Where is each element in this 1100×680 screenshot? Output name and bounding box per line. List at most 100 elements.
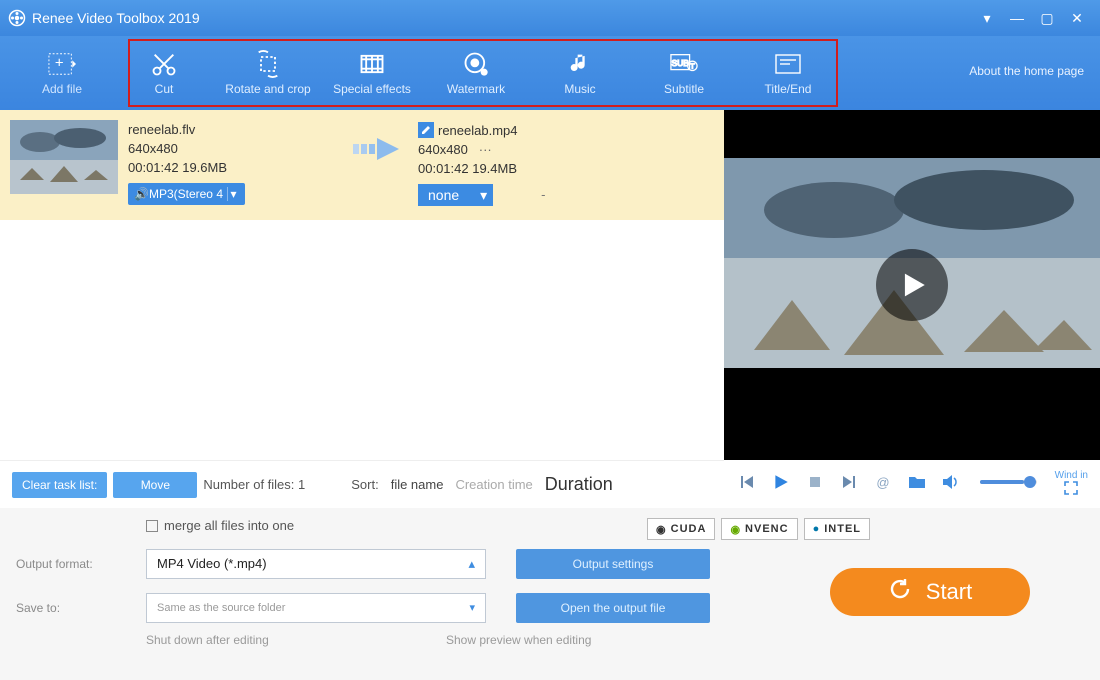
dest-folder-combo[interactable]: Same as the source folder ▾ [146, 593, 486, 623]
sort-creation-time[interactable]: Creation time [455, 477, 532, 492]
subtitle-icon: SUBT [670, 50, 698, 78]
svg-text:SUB: SUB [672, 58, 690, 68]
maximize-button[interactable]: ▢ [1032, 6, 1062, 30]
chevron-down-icon: ▾ [227, 187, 239, 201]
task-row[interactable]: reneelab.flv 640x480 00:01:42 19.6MB 🔊 M… [0, 110, 724, 220]
chevron-up-icon: ▴ [468, 556, 475, 572]
svg-text:T: T [690, 62, 695, 71]
subtitle-chip[interactable]: none [418, 184, 493, 206]
audio-chip-label: MP3(Stereo 4 [149, 187, 223, 201]
start-button[interactable]: Start [830, 568, 1030, 616]
play-button[interactable] [770, 471, 792, 493]
fullscreen-button[interactable] [1060, 481, 1082, 495]
snapshot-button[interactable]: @ [872, 471, 894, 493]
volume-icon[interactable] [940, 471, 962, 493]
edit-icon[interactable] [418, 122, 434, 138]
source-filename: reneelab.flv [128, 122, 338, 137]
shutdown-hint[interactable]: Shut down after editing [146, 633, 446, 647]
gpu-cuda[interactable]: ◉CUDA [647, 518, 715, 540]
open-output-button[interactable]: Open the output file [516, 593, 710, 623]
titlebar: Renee Video Toolbox 2019 ▾ — ▢ ✕ [0, 0, 1100, 36]
output-settings-button[interactable]: Output settings [516, 549, 710, 579]
gpu-nvenc[interactable]: ◉NVENC [721, 518, 797, 540]
prev-button[interactable] [736, 471, 758, 493]
source-thumbnail[interactable] [10, 120, 118, 194]
dest-resolution: 640x480 [418, 142, 468, 157]
music-icon [566, 50, 594, 78]
work-area: reneelab.flv 640x480 00:01:42 19.6MB 🔊 M… [0, 110, 1100, 460]
menu-dropdown-icon[interactable]: ▾ [972, 6, 1002, 30]
task-list: reneelab.flv 640x480 00:01:42 19.6MB 🔊 M… [0, 110, 724, 460]
subtitle-chip-value: none [428, 187, 459, 203]
title-icon [774, 50, 802, 78]
about-link[interactable]: About the home page [969, 64, 1084, 78]
gpu-badges: ◉CUDA ◉NVENC ●INTEL [647, 518, 870, 540]
music-button[interactable]: Music [528, 36, 632, 110]
dest-resolution-more[interactable]: ··· [479, 142, 492, 157]
volume-slider[interactable] [980, 480, 1037, 484]
subtitle-button[interactable]: SUBT Subtitle [632, 36, 736, 110]
rotate-crop-button[interactable]: Rotate and crop [216, 36, 320, 110]
nvidia-eye-icon: ◉ [730, 523, 741, 536]
source-meta: 00:01:42 19.6MB [128, 160, 338, 175]
gpu-intel[interactable]: ●INTEL [804, 518, 870, 540]
subtitle-label: Subtitle [664, 82, 704, 96]
output-settings: merge all files into one ◉CUDA ◉NVENC ●I… [0, 508, 1100, 680]
effects-label: Special effects [333, 82, 411, 96]
cut-button[interactable]: Cut [112, 36, 216, 110]
output-format-label: Output format: [16, 557, 146, 571]
rotate-crop-label: Rotate and crop [225, 82, 310, 96]
crop-icon [254, 50, 282, 78]
sort-filename[interactable]: file name [391, 477, 444, 492]
merge-checkbox[interactable]: merge all files into one [146, 518, 294, 533]
main-toolbar: + Add file Cut Rotate and crop Special e… [0, 36, 1100, 110]
play-overlay-icon[interactable] [876, 249, 948, 321]
audio-chip[interactable]: 🔊 MP3(Stereo 4 ▾ [128, 183, 245, 205]
dest-info: reneelab.mp4 640x480 ··· 00:01:42 19.4MB… [418, 116, 714, 206]
merge-label: merge all files into one [164, 518, 294, 533]
title-end-button[interactable]: Title/End [736, 36, 840, 110]
watermark-button[interactable]: Watermark [424, 36, 528, 110]
sort-duration[interactable]: Duration [545, 474, 613, 495]
preview-pane [724, 110, 1100, 460]
nvidia-eye-icon: ◉ [656, 523, 667, 536]
preview-video[interactable] [724, 110, 1100, 460]
dest-meta: 00:01:42 19.4MB [418, 161, 714, 176]
add-file-label: Add file [42, 82, 82, 96]
dest-filename: reneelab.mp4 [438, 123, 518, 138]
app-logo-icon [8, 9, 26, 27]
app-title: Renee Video Toolbox 2019 [32, 10, 200, 26]
start-label: Start [926, 579, 972, 605]
add-file-icon: + [48, 50, 76, 78]
title-end-label: Title/End [765, 82, 812, 96]
dest-folder-value: Same as the source folder [157, 602, 285, 614]
sort-label: Sort: [351, 477, 378, 492]
output-format-combo[interactable]: MP4 Video (*.mp4) ▴ [146, 549, 486, 579]
scissors-icon [150, 50, 178, 78]
task-footer: Clear task list: Move Number of files: 1… [0, 460, 724, 508]
cut-label: Cut [155, 82, 174, 96]
save-to-label: Save to: [16, 601, 146, 615]
convert-arrow-icon [348, 116, 408, 164]
next-button[interactable] [838, 471, 860, 493]
clear-tasklist-button[interactable]: Clear task list: [12, 472, 107, 498]
player-controls: @ Wind in [724, 460, 1100, 504]
filmstrip-icon [358, 50, 386, 78]
preview-hint[interactable]: Show preview when editing [446, 633, 591, 647]
windin-label: Wind in [1055, 470, 1088, 481]
dash-placeholder: - [501, 184, 585, 206]
minimize-button[interactable]: — [1002, 6, 1032, 30]
source-resolution: 640x480 [128, 141, 338, 156]
add-file-button[interactable]: + Add file [12, 36, 112, 110]
close-button[interactable]: ✕ [1062, 6, 1092, 30]
move-button[interactable]: Move [113, 472, 197, 498]
music-label: Music [564, 82, 595, 96]
stop-button[interactable] [804, 471, 826, 493]
output-format-value: MP4 Video (*.mp4) [157, 556, 267, 571]
speaker-icon: 🔊 [134, 187, 149, 201]
intel-icon: ● [813, 523, 821, 535]
watermark-icon [462, 50, 490, 78]
source-info: reneelab.flv 640x480 00:01:42 19.6MB 🔊 M… [128, 116, 338, 205]
effects-button[interactable]: Special effects [320, 36, 424, 110]
open-folder-button[interactable] [906, 471, 928, 493]
